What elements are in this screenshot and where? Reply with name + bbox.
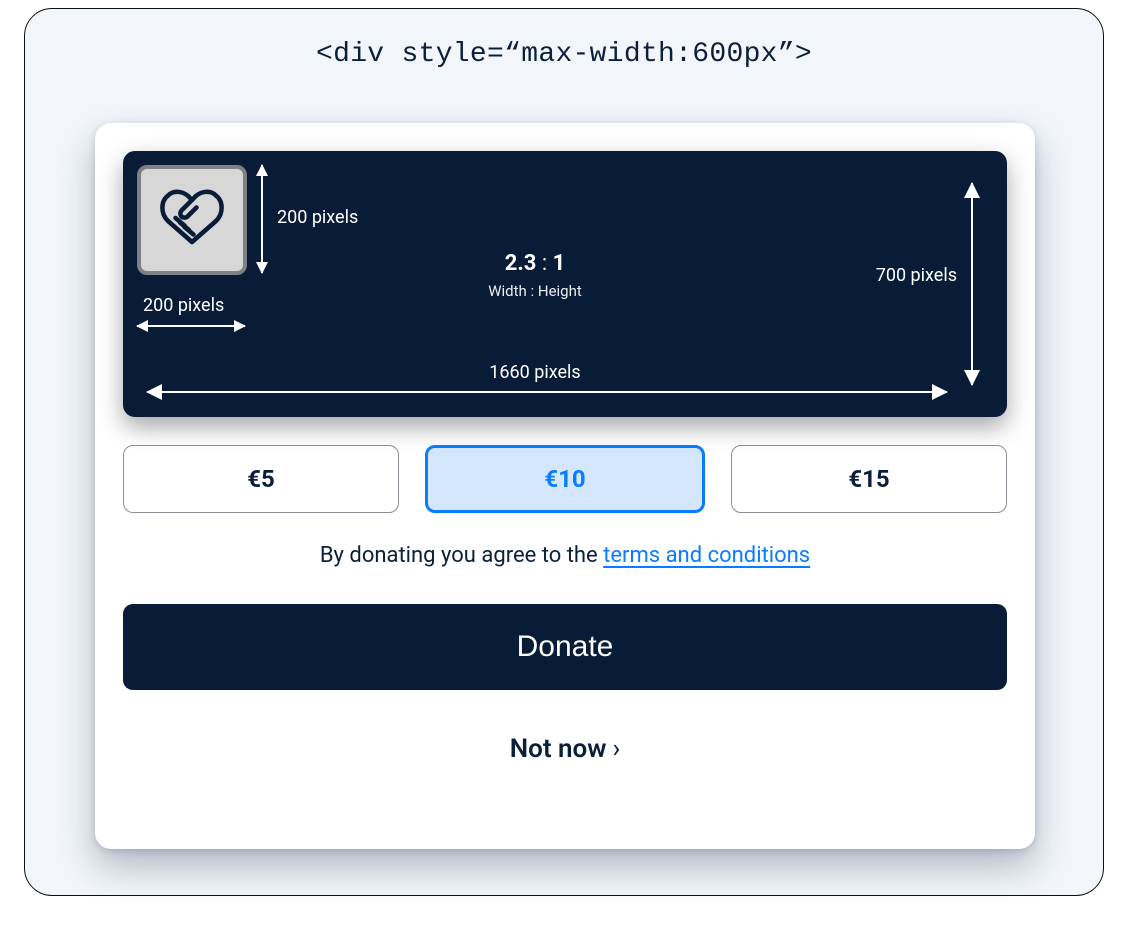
not-now-button[interactable]: Not now›: [123, 734, 1007, 764]
example-frame: <div style=“max-width:600px”> 200 pixels…: [24, 8, 1104, 896]
handshake-heart-icon: [156, 182, 228, 258]
terms-text: By donating you agree to the terms and c…: [123, 543, 1007, 568]
ratio-height: 1: [553, 251, 566, 276]
banner-diagram: 200 pixels 200 pixels 2.3 : 1 Width : He…: [123, 151, 1007, 417]
terms-link[interactable]: terms and conditions: [603, 543, 810, 568]
banner-height-label: 700 pixels: [876, 265, 957, 286]
amount-option-10[interactable]: €10: [425, 445, 705, 513]
ratio-width: 2.3: [505, 251, 537, 276]
code-caption: <div style=“max-width:600px”>: [25, 39, 1103, 70]
donation-card: 200 pixels 200 pixels 2.3 : 1 Width : He…: [95, 123, 1035, 849]
aspect-ratio: 2.3 : 1 Width : Height: [123, 251, 947, 300]
ratio-caption: Width : Height: [123, 282, 947, 300]
logo-height-label: 200 pixels: [277, 207, 358, 228]
arrow-height-icon: [971, 183, 973, 385]
banner-width-label: 1660 pixels: [123, 362, 947, 383]
terms-prefix: By donating you agree to the: [320, 543, 603, 568]
ratio-separator: :: [536, 251, 552, 276]
amount-option-15[interactable]: €15: [731, 445, 1007, 513]
amount-option-5[interactable]: €5: [123, 445, 399, 513]
donate-button[interactable]: Donate: [123, 604, 1007, 690]
not-now-label: Not now: [510, 734, 607, 764]
amount-options: €5 €10 €15: [123, 445, 1007, 513]
arrow-width-icon: [147, 391, 947, 393]
arrow-horizontal-icon: [137, 325, 245, 327]
chevron-right-icon: ›: [612, 734, 620, 764]
